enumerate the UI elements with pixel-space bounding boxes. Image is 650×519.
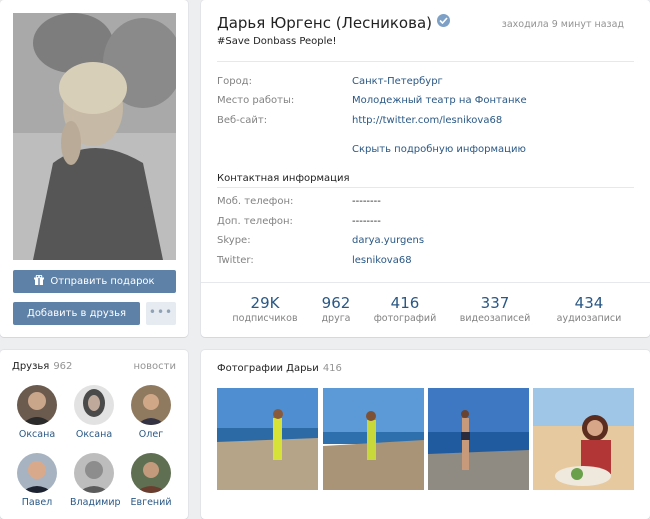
counter-audio[interactable]: 434 аудиозаписи (547, 295, 631, 324)
friend-name: Павел (21, 497, 53, 508)
counter-value: 434 (574, 294, 604, 312)
friend-item[interactable]: Оксана (13, 385, 61, 440)
mobile-value: -------- (352, 196, 381, 207)
counter-value: 29K (250, 294, 280, 312)
photo-thumbnail[interactable] (323, 388, 424, 490)
skype-label: Skype: (217, 235, 251, 246)
skype-link[interactable]: darya.yurgens (352, 235, 424, 246)
friends-title-label: Друзья (12, 361, 50, 372)
counter-label: подписчиков (232, 313, 298, 324)
photo-thumbnail[interactable] (428, 388, 529, 490)
gift-icon (34, 275, 45, 285)
work-label: Место работы: (217, 95, 295, 106)
friend-name: Владимир (70, 497, 121, 508)
counter-value: 416 (390, 294, 420, 312)
city-label: Город: (217, 76, 252, 87)
photos-title[interactable]: Фотографии Дарьи 416 (217, 363, 342, 374)
friend-item[interactable]: Евгений (127, 453, 175, 508)
send-gift-label: Отправить подарок (50, 276, 155, 287)
counter-followers[interactable]: 29K подписчиков (223, 295, 307, 324)
add-friend-button[interactable]: Добавить в друзья (13, 302, 140, 325)
extra-phone-value: -------- (352, 216, 381, 227)
counter-label: видеозаписей (459, 313, 531, 324)
friend-name: Евгений (130, 497, 172, 508)
friend-item[interactable]: Олег (127, 385, 175, 440)
photos-count: 416 (322, 363, 342, 374)
friends-count: 962 (53, 361, 73, 372)
friends-news-link[interactable]: новости (134, 361, 177, 372)
counter-label: фотографий (373, 313, 437, 324)
contacts-title: Контактная информация (217, 173, 350, 184)
friend-name: Оксана (75, 429, 113, 440)
site-link[interactable]: http://twitter.com/lesnikova68 (352, 115, 502, 126)
verified-icon (437, 14, 450, 27)
friend-item[interactable]: Владимир (70, 453, 121, 508)
twitter-link[interactable]: lesnikova68 (352, 255, 412, 266)
hide-details-link[interactable]: Скрыть подробную информацию (352, 144, 526, 155)
friend-item[interactable]: Павел (13, 453, 61, 508)
friend-name: Оксана (18, 429, 56, 440)
counter-photos[interactable]: 416 фотографий (369, 295, 441, 324)
site-label: Веб-сайт: (217, 115, 268, 126)
friends-title[interactable]: Друзья 962 (12, 361, 72, 372)
online-status: заходила 9 минут назад (501, 19, 624, 30)
divider (217, 187, 634, 188)
profile-name: Дарья Юргенс (Лесникова) (217, 14, 432, 32)
extra-phone-label: Доп. телефон: (217, 216, 293, 227)
friend-name: Олег (138, 429, 164, 440)
avatar-card: Отправить подарок Добавить в друзья ••• (0, 0, 188, 337)
friends-card: Друзья 962 новости Оксана Оксана Олег Пав… (0, 350, 188, 519)
counter-value: 962 (321, 294, 351, 312)
city-link[interactable]: Санкт-Петербург (352, 76, 443, 87)
counter-label: друга (321, 313, 351, 324)
photo-thumbnail[interactable] (217, 388, 318, 490)
photo-thumbnail[interactable] (533, 388, 634, 490)
counter-value: 337 (480, 294, 510, 312)
photos-card: Фотографии Дарьи 416 (201, 350, 650, 519)
counter-label: аудиозаписи (556, 313, 622, 324)
photos-title-label: Фотографии Дарьи (217, 363, 319, 374)
more-actions-button[interactable]: ••• (146, 302, 176, 325)
profile-info-card: Дарья Юргенс (Лесникова) заходила 9 мину… (201, 0, 650, 337)
avatar (17, 453, 57, 493)
avatar (74, 385, 114, 425)
avatar (131, 385, 171, 425)
avatar (131, 453, 171, 493)
avatar (74, 453, 114, 493)
twitter-label: Twitter: (217, 255, 254, 266)
work-link[interactable]: Молодежный театр на Фонтанке (352, 95, 527, 106)
status-text: #Save Donbass People! (217, 36, 337, 47)
page-title: Дарья Юргенс (Лесникова) (217, 14, 450, 32)
counter-friends[interactable]: 962 друга (311, 295, 361, 324)
friend-item[interactable]: Оксана (70, 385, 118, 440)
profile-photo[interactable] (13, 13, 176, 260)
avatar (17, 385, 57, 425)
divider (217, 61, 634, 62)
send-gift-button[interactable]: Отправить подарок (13, 270, 176, 293)
counter-videos[interactable]: 337 видеозаписей (455, 295, 535, 324)
mobile-label: Моб. телефон: (217, 196, 294, 207)
profile-counters: 29K подписчиков 962 друга 416 фотографий… (201, 282, 650, 337)
